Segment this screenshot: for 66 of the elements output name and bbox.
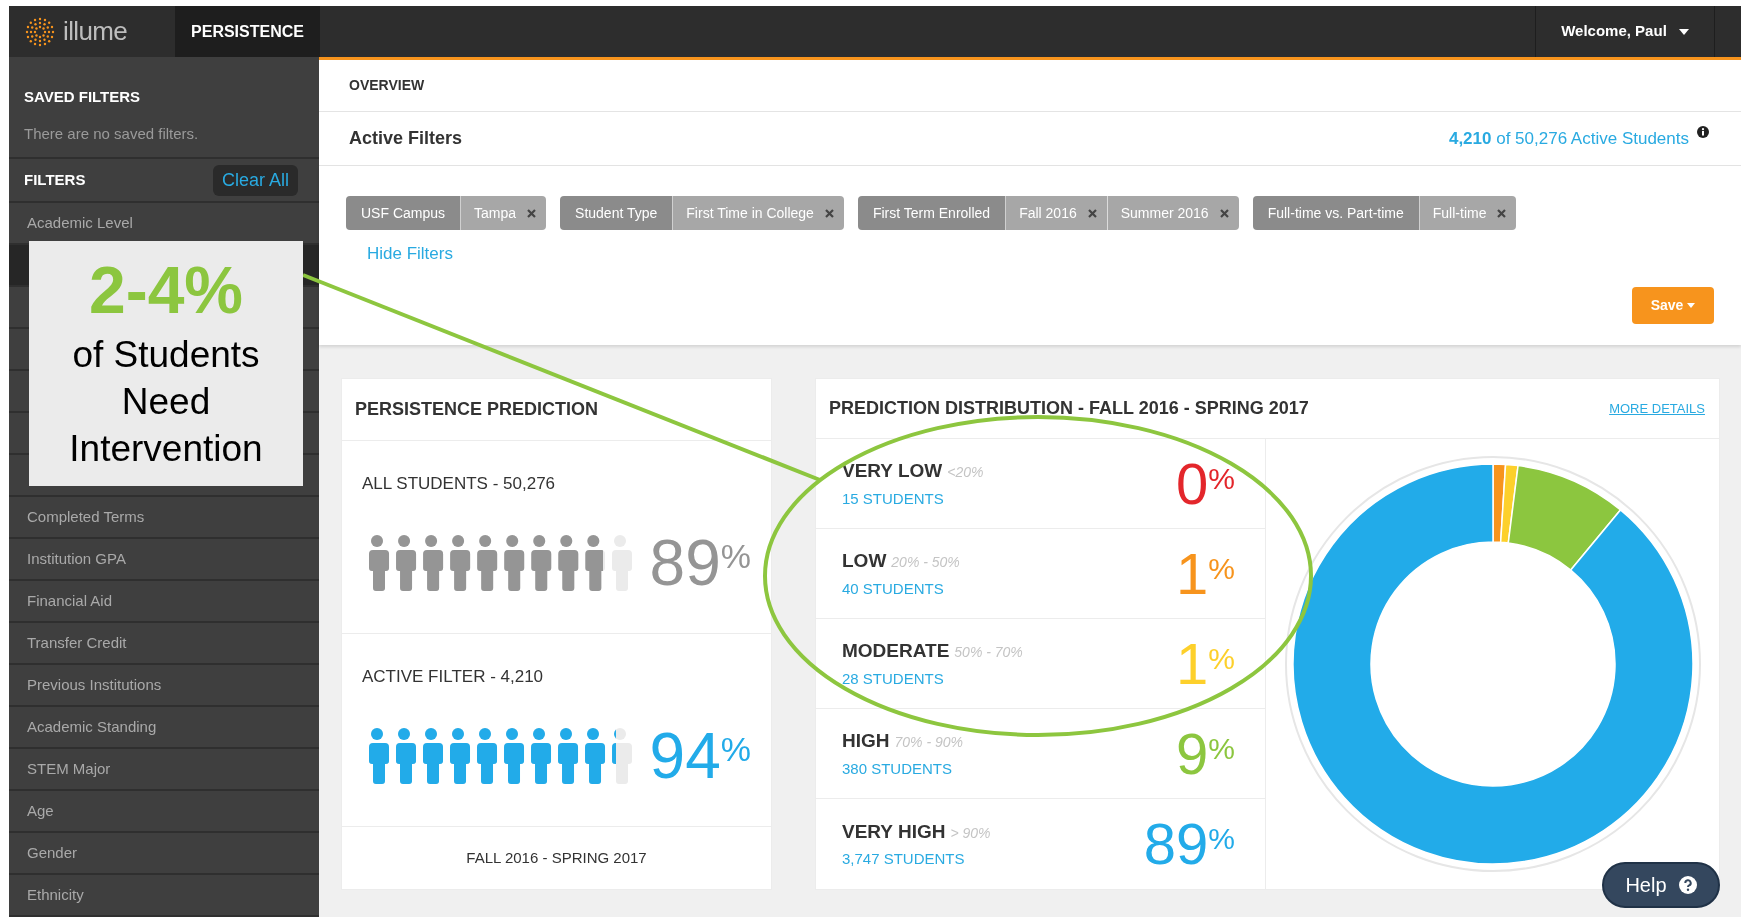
empty-message: There are no saved filters. <box>24 123 200 144</box>
info-icon <box>1697 125 1709 138</box>
range-label: 50% - 70% <box>954 643 1023 662</box>
more-details-link[interactable]: MORE DETAILS <box>1609 398 1705 419</box>
student-count-link[interactable]: 380 STUDENTS <box>842 757 953 780</box>
card-title: PERSISTENCE PREDICTION <box>355 398 599 421</box>
caret-icon <box>1687 303 1696 308</box>
level-label: LOW <box>842 549 887 573</box>
filter-name: Student Type <box>560 196 674 230</box>
clear-all-button[interactable]: Clear All <box>212 164 298 196</box>
close-icon[interactable] <box>1087 208 1097 218</box>
range-label: 70% - 90% <box>894 733 963 752</box>
page-title: OVERVIEW <box>349 76 425 95</box>
filter-chip[interactable]: First Time in College <box>673 196 844 230</box>
filter-value: Fall 2016 <box>1019 203 1077 223</box>
help-button[interactable]: Help <box>1602 862 1720 908</box>
close-icon[interactable] <box>527 208 537 218</box>
callout-headline: 2-4% <box>88 255 244 325</box>
close-icon[interactable] <box>1219 208 1229 218</box>
callout-text: of Students Need Intervention <box>68 333 264 471</box>
caret-icon <box>1678 28 1689 35</box>
percent-value: 94$^{%}$ <box>649 723 751 788</box>
filter-chip[interactable]: Tampa <box>461 196 547 230</box>
filter-chip[interactable]: Summer 2016 <box>1107 196 1239 230</box>
student-count-link[interactable]: 15 STUDENTS <box>842 487 944 510</box>
student-count-link[interactable]: 3,747 STUDENTS <box>842 848 965 871</box>
percent-value: 1$^{%}$ <box>1176 634 1235 693</box>
logo-icon <box>25 16 55 47</box>
student-count: 4,210 of 50,276 Active Students <box>1448 127 1689 150</box>
section-title: FILTERS <box>24 169 86 190</box>
filter-name: Full-time vs. Part-time <box>1252 196 1420 230</box>
percent-value: 89$^{%}$ <box>649 530 751 595</box>
filter-value: Summer 2016 <box>1120 203 1209 223</box>
filter-name: USF Campus <box>346 196 462 230</box>
filter-chip[interactable]: Fall 2016 <box>1006 196 1108 230</box>
help-icon <box>1678 876 1697 894</box>
range-label: > 90% <box>950 823 991 843</box>
filter-value: Tampa <box>474 203 517 223</box>
filter-name: First Term Enrolled <box>857 196 1007 230</box>
group-label: ALL STUDENTS - 50,276 <box>362 473 556 495</box>
card-title: PREDICTION DISTRIBUTION - FALL 2016 - SPRING 2017 <box>829 397 1309 420</box>
percent-value: 0$^{%}$ <box>1176 454 1235 513</box>
app-tab[interactable]: PERSISTENCE <box>175 6 320 57</box>
percent-value: 9$^{%}$ <box>1176 724 1235 783</box>
filter-chip[interactable]: Full-time <box>1419 196 1517 230</box>
range-label: <20% <box>947 463 984 482</box>
range-label: 20% - 50% <box>891 553 960 572</box>
student-count-link[interactable]: 40 STUDENTS <box>842 577 944 600</box>
term-label: FALL 2016 - SPRING 2017 <box>466 847 647 868</box>
level-label: VERY HIGH <box>842 819 946 844</box>
section-title: SAVED FILTERS <box>24 87 142 107</box>
save-button[interactable]: Save <box>1632 287 1714 324</box>
close-icon[interactable] <box>1497 208 1507 218</box>
filter-value: Full-time <box>1432 203 1487 223</box>
level-label: HIGH <box>842 729 890 753</box>
level-label: MODERATE <box>842 639 950 663</box>
group-label: ACTIVE FILTER - 4,210 <box>362 666 544 688</box>
percent-value: 89$^{%}$ <box>1143 815 1235 873</box>
section-title: Active Filters <box>349 127 463 150</box>
hide-filters-link[interactable]: Hide Filters <box>367 241 453 267</box>
level-label: VERY LOW <box>842 459 943 483</box>
filter-value: First Time in College <box>686 203 814 223</box>
logo-text: illume <box>63 15 127 48</box>
close-icon[interactable] <box>824 208 834 218</box>
student-count-link[interactable]: 28 STUDENTS <box>842 667 944 690</box>
percent-value: 1$^{%}$ <box>1176 544 1235 603</box>
